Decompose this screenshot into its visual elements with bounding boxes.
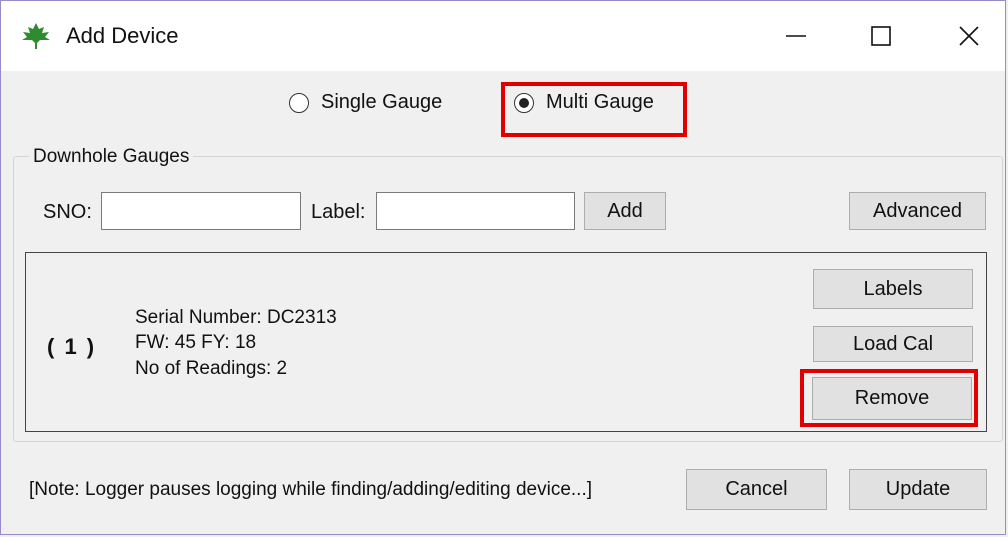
maximize-button[interactable] <box>851 11 911 61</box>
advanced-button[interactable]: Advanced <box>849 192 986 230</box>
device-fw: FW: 45 FY: 18 <box>135 332 257 353</box>
close-icon <box>959 26 979 46</box>
single-gauge-radio[interactable]: Single Gauge <box>289 91 442 114</box>
maximize-icon <box>871 26 891 46</box>
sno-input[interactable] <box>101 192 301 230</box>
radio-unchecked-icon <box>289 92 309 113</box>
single-gauge-label: Single Gauge <box>321 91 443 113</box>
sno-label: SNO: <box>43 201 92 223</box>
add-device-window: Add Device Single Gauge Multi Gauge Down… <box>0 0 1006 535</box>
radio-checked-icon <box>514 92 534 113</box>
device-readings: No of Readings: 2 <box>135 358 288 379</box>
window-title: Add Device <box>66 23 179 48</box>
load-cal-button[interactable]: Load Cal <box>813 326 973 362</box>
labels-button[interactable]: Labels <box>813 269 973 309</box>
multi-gauge-label: Multi Gauge <box>546 91 654 113</box>
cancel-button[interactable]: Cancel <box>686 469 827 510</box>
maple-leaf-icon <box>22 23 50 49</box>
add-button[interactable]: Add <box>584 192 666 230</box>
group-title: Downhole Gauges <box>29 146 194 168</box>
logger-note: [Note: Logger pauses logging while findi… <box>29 479 592 500</box>
minimize-button[interactable] <box>766 11 826 61</box>
update-button[interactable]: Update <box>849 469 987 510</box>
device-serial: Serial Number: DC2313 <box>135 307 337 328</box>
label-label: Label: <box>311 201 366 223</box>
label-input[interactable] <box>376 192 575 230</box>
multi-gauge-radio[interactable]: Multi Gauge <box>514 91 654 114</box>
close-button[interactable] <box>939 11 999 61</box>
remove-button[interactable]: Remove <box>812 377 972 420</box>
minimize-icon <box>786 35 806 37</box>
mode-selector: Single Gauge Multi Gauge <box>1 71 1005 141</box>
device-index: ( 1 ) <box>47 334 97 359</box>
title-bar[interactable]: Add Device <box>1 1 1005 71</box>
